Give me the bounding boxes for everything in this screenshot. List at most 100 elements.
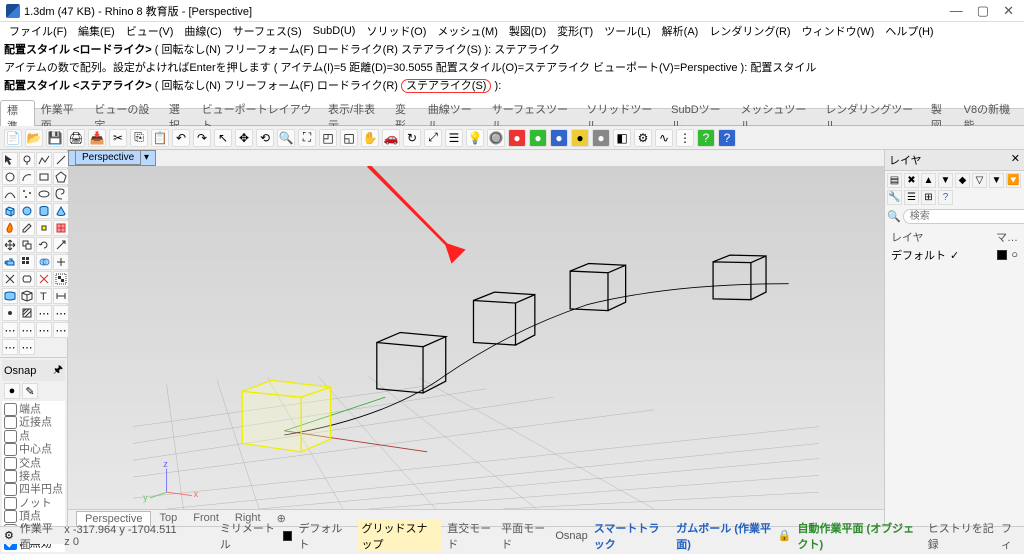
lp-a-icon[interactable]: ▽: [972, 173, 987, 188]
tool-more8[interactable]: ⋯: [19, 339, 35, 355]
tool-edit-icon[interactable]: [19, 220, 35, 236]
pan-icon[interactable]: ✋: [361, 129, 379, 147]
osnap-a-icon[interactable]: ●: [4, 383, 20, 399]
zoomsel-icon[interactable]: ◰: [319, 129, 337, 147]
tool-scale-icon[interactable]: [53, 237, 69, 253]
maximize-button[interactable]: ▢: [977, 3, 989, 19]
menu-tools[interactable]: ツール(L): [599, 22, 655, 40]
rotate-icon[interactable]: ⟲: [256, 129, 274, 147]
tool-more2[interactable]: ⋯: [53, 305, 69, 321]
osnap-int[interactable]: 交点: [4, 457, 63, 470]
tool-bool-icon[interactable]: [36, 254, 52, 270]
menu-surface[interactable]: サーフェス(S): [228, 22, 307, 40]
tool-cone-icon[interactable]: [53, 203, 69, 219]
status-gear-icon[interactable]: ⚙: [4, 529, 14, 542]
copy-icon[interactable]: ⎘: [130, 129, 148, 147]
tool-arrow-icon[interactable]: [2, 152, 18, 168]
sphere-gr-icon[interactable]: ●: [592, 129, 610, 147]
paste-icon[interactable]: 📋: [151, 129, 169, 147]
status-autocplane[interactable]: 自動作業平面 (オブジェクト): [797, 520, 921, 552]
menu-draft[interactable]: 製図(D): [504, 22, 551, 40]
layer-search-input[interactable]: [903, 209, 1024, 224]
tool-polygon-icon[interactable]: [53, 169, 69, 185]
help-blu-icon[interactable]: ?: [718, 129, 736, 147]
menu-render[interactable]: レンダリング(R): [704, 22, 795, 40]
layer-color-swatch[interactable]: [997, 250, 1007, 260]
osnap-end[interactable]: 端点: [4, 403, 63, 416]
print-icon[interactable]: 🖨: [67, 129, 85, 147]
lp-help-icon[interactable]: ?: [938, 190, 953, 205]
zoomext-icon[interactable]: ⛶: [298, 129, 316, 147]
tool-dim-icon[interactable]: [53, 288, 69, 304]
menu-window[interactable]: ウィンドウ(W): [797, 22, 880, 40]
layer-mat-swatch[interactable]: ○: [1011, 249, 1018, 261]
tool-srf-icon[interactable]: [2, 288, 18, 304]
status-units[interactable]: ミリメートル: [220, 520, 278, 552]
viewport[interactable]: z x y: [68, 166, 884, 509]
redo-icon[interactable]: ↷: [193, 129, 211, 147]
zoom-icon[interactable]: 🔍: [277, 129, 295, 147]
tool-line-icon[interactable]: [53, 152, 69, 168]
tool-hatch-icon[interactable]: [19, 305, 35, 321]
tool-move-icon[interactable]: [2, 237, 18, 253]
tool-subd-icon[interactable]: [53, 220, 69, 236]
menu-curve[interactable]: 曲線(C): [179, 22, 226, 40]
osnap-tan[interactable]: 接点: [4, 470, 63, 483]
status-gumball[interactable]: ガムボール (作業平面): [676, 520, 772, 552]
status-filter[interactable]: フィ: [1001, 520, 1020, 552]
rotate2-icon[interactable]: ↻: [403, 129, 421, 147]
import-icon[interactable]: 📥: [88, 129, 106, 147]
minimize-button[interactable]: —: [950, 3, 963, 19]
sphere-r-icon[interactable]: ●: [508, 129, 526, 147]
bullets-icon[interactable]: ⋮: [676, 129, 694, 147]
sphere-g-icon[interactable]: ●: [529, 129, 547, 147]
tool-arc-icon[interactable]: [19, 169, 35, 185]
status-layer-swatch[interactable]: [283, 531, 292, 541]
lp-c-icon[interactable]: ☰: [904, 190, 919, 205]
new-icon[interactable]: 📄: [4, 129, 22, 147]
tool-teapot-icon[interactable]: [2, 254, 18, 270]
col-layer[interactable]: レイヤ: [891, 229, 924, 245]
scale-icon[interactable]: ⤢: [424, 129, 442, 147]
move-icon[interactable]: ✥: [235, 129, 253, 147]
tool-polyline-icon[interactable]: [36, 152, 52, 168]
edge-icon[interactable]: ◧: [613, 129, 631, 147]
tool-more7[interactable]: ⋯: [2, 339, 18, 355]
menu-view[interactable]: ビュー(V): [121, 22, 179, 40]
lp-del-icon[interactable]: ✖: [904, 173, 919, 188]
tool-more1[interactable]: ⋯: [36, 305, 52, 321]
tool-mesh-icon[interactable]: [19, 288, 35, 304]
tool-dot-icon[interactable]: [2, 305, 18, 321]
tool-ellipse-icon[interactable]: [36, 186, 52, 202]
osnap-center[interactable]: 中心点: [4, 443, 63, 456]
lp-new-icon[interactable]: ▤: [887, 173, 902, 188]
menu-subd[interactable]: SubD(U): [308, 24, 361, 38]
tool-box-icon[interactable]: [2, 203, 18, 219]
tool-trim-icon[interactable]: [53, 254, 69, 270]
cut-icon[interactable]: ✂: [109, 129, 127, 147]
gear-icon[interactable]: ⚙: [634, 129, 652, 147]
open-icon[interactable]: 📂: [25, 129, 43, 147]
tool-array-icon[interactable]: [19, 254, 35, 270]
layers-icon[interactable]: ☰: [445, 129, 463, 147]
help-grn-icon[interactable]: ?: [697, 129, 715, 147]
tool-sphere-icon[interactable]: [19, 203, 35, 219]
panel-close-icon[interactable]: ✕: [1011, 152, 1020, 168]
undo-icon[interactable]: ↶: [172, 129, 190, 147]
tool-ctrl-icon[interactable]: [36, 220, 52, 236]
sphere-y-icon[interactable]: ●: [571, 129, 589, 147]
osnap-knot[interactable]: ノット: [4, 497, 63, 510]
osnap-quad[interactable]: 四半円点: [4, 483, 63, 496]
menu-mesh[interactable]: メッシュ(M): [432, 22, 503, 40]
tool-rect-icon[interactable]: [36, 169, 52, 185]
status-layer[interactable]: デフォルト: [298, 520, 346, 552]
tool-split-icon[interactable]: [2, 271, 18, 287]
lp-d-icon[interactable]: ⊞: [921, 190, 936, 205]
render-icon[interactable]: 🔘: [487, 129, 505, 147]
tool-spiral-icon[interactable]: [53, 186, 69, 202]
cmd-option-highlighted[interactable]: ステアライク(S): [401, 79, 491, 93]
tool-more6[interactable]: ⋯: [53, 322, 69, 338]
tool-group-icon[interactable]: [53, 271, 69, 287]
sphere-b-icon[interactable]: ●: [550, 129, 568, 147]
cursor-icon[interactable]: ↖: [214, 129, 232, 147]
